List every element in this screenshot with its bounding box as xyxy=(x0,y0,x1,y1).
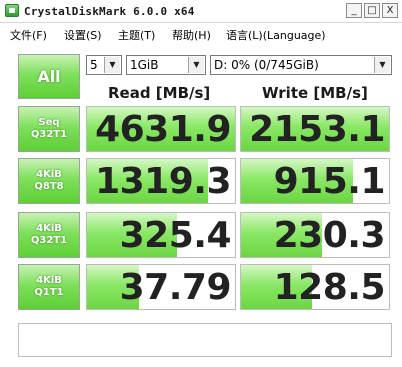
close-button[interactable]: X xyxy=(382,3,398,18)
write-header: Write [MB/s] xyxy=(262,84,368,102)
test-button-line1: Seq xyxy=(38,117,60,128)
test-button[interactable]: 4KiB Q1T1 xyxy=(18,264,80,310)
read-header: Read [MB/s] xyxy=(108,84,211,102)
write-result-value: 128.5 xyxy=(273,266,386,308)
drive-value: D: 0% (0/745GiB) xyxy=(214,58,319,72)
test-count-value: 5 xyxy=(90,58,98,72)
maximize-button[interactable]: □ xyxy=(364,3,380,18)
menu-language[interactable]: 语言(L)(Language) xyxy=(226,27,326,43)
window-title: CrystalDiskMark 6.0.0 x64 xyxy=(24,5,195,18)
read-result-cell: 37.79 xyxy=(86,264,236,310)
test-button-line2: Q32T1 xyxy=(30,129,68,140)
menu-bar: 文件(F) 设置(S) 主题(T) 帮助(H) 语言(L)(Language) xyxy=(0,23,402,45)
test-size-select[interactable]: 1GiB ▼ xyxy=(126,55,206,75)
write-result-value: 230.3 xyxy=(273,214,386,256)
write-result-cell: 2153.1 xyxy=(240,106,390,152)
chevron-down-icon: ▼ xyxy=(374,57,390,73)
all-button-label: All xyxy=(37,67,61,86)
test-button-line1: 4KiB xyxy=(36,169,62,180)
menu-file[interactable]: 文件(F) xyxy=(10,27,47,43)
test-button-line1: 4KiB xyxy=(36,223,62,234)
test-button-line1: 4KiB xyxy=(36,275,62,286)
comment-field[interactable] xyxy=(18,323,392,357)
drive-select[interactable]: D: 0% (0/745GiB) ▼ xyxy=(210,55,392,75)
menu-theme[interactable]: 主题(T) xyxy=(118,27,155,43)
menu-help[interactable]: 帮助(H) xyxy=(172,27,211,43)
test-count-select[interactable]: 5 ▼ xyxy=(86,55,122,75)
read-result-cell: 1319.3 xyxy=(86,158,236,204)
chevron-down-icon: ▼ xyxy=(104,57,120,73)
chevron-down-icon: ▼ xyxy=(188,57,204,73)
read-result-cell: 325.4 xyxy=(86,212,236,258)
app-icon xyxy=(5,4,19,17)
read-result-cell: 4631.9 xyxy=(86,106,236,152)
test-button-line2: Q8T8 xyxy=(34,181,64,192)
test-button[interactable]: 4KiB Q8T8 xyxy=(18,158,80,204)
all-button[interactable]: All xyxy=(18,54,80,99)
write-result-value: 2153.1 xyxy=(249,108,385,150)
benchmark-panel: All 5 ▼ 1GiB ▼ D: 0% (0/745GiB) ▼ Read [… xyxy=(0,46,402,367)
test-button[interactable]: Seq Q32T1 xyxy=(18,106,80,152)
menu-settings[interactable]: 设置(S) xyxy=(64,27,102,43)
read-result-value: 37.79 xyxy=(119,266,232,308)
read-result-value: 1319.3 xyxy=(95,160,231,202)
write-result-cell: 128.5 xyxy=(240,264,390,310)
read-result-value: 4631.9 xyxy=(95,108,231,150)
test-size-value: 1GiB xyxy=(130,58,159,72)
test-button-line2: Q32T1 xyxy=(30,235,68,246)
write-result-cell: 915.1 xyxy=(240,158,390,204)
test-button-line2: Q1T1 xyxy=(34,287,64,298)
write-result-value: 915.1 xyxy=(273,160,386,202)
write-result-cell: 230.3 xyxy=(240,212,390,258)
title-bar: CrystalDiskMark 6.0.0 x64 _ □ X xyxy=(0,0,402,23)
read-result-value: 325.4 xyxy=(119,214,232,256)
test-button[interactable]: 4KiB Q32T1 xyxy=(18,212,80,258)
minimize-button[interactable]: _ xyxy=(346,3,362,18)
